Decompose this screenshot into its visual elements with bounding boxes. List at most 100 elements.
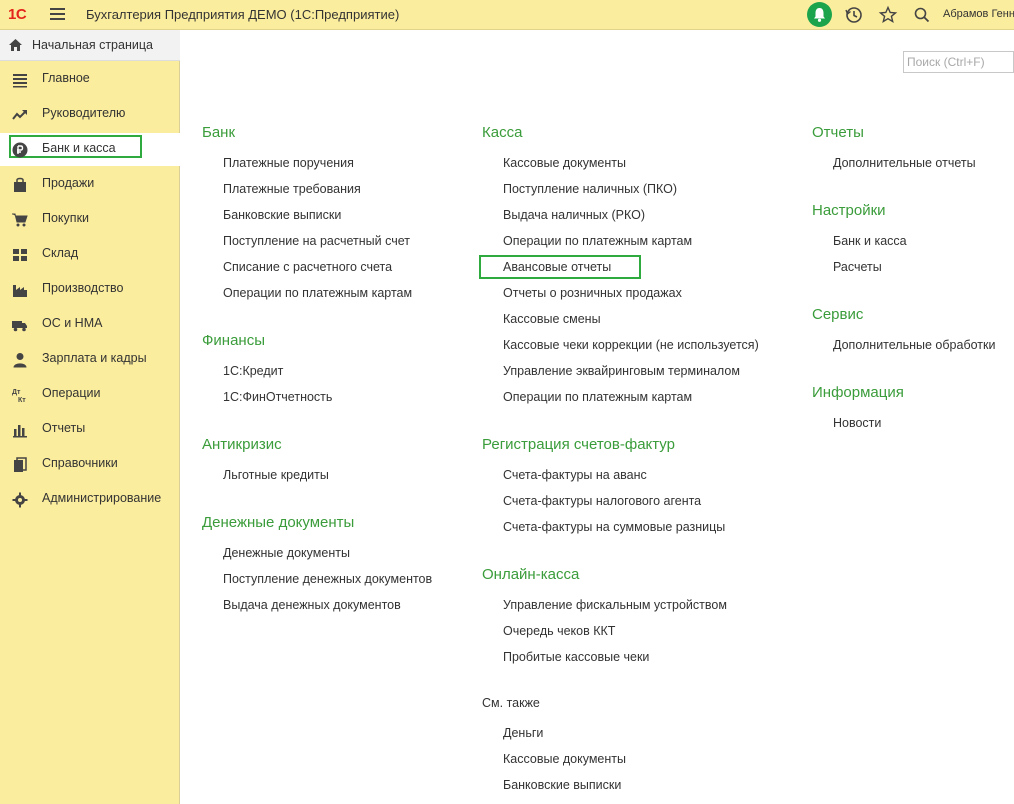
link-payment-orders[interactable]: Платежные поручения <box>223 156 354 170</box>
link-additional-processing[interactable]: Дополнительные обработки <box>833 338 995 352</box>
section-title-bank: Банк <box>202 124 236 141</box>
books-icon <box>14 457 27 472</box>
sidebar-item-production[interactable]: Производство <box>0 273 180 306</box>
link-settings-bank-cash[interactable]: Банк и касса <box>833 234 907 248</box>
link-payment-requests[interactable]: Платежные требования <box>223 182 361 196</box>
link-fiscal-device[interactable]: Управление фискальным устройством <box>503 598 727 612</box>
section-title-reports: Отчеты <box>812 124 864 141</box>
cart-icon <box>12 213 28 227</box>
link-money-docs-receipt[interactable]: Поступление денежных документов <box>223 572 432 586</box>
svg-text:Кт: Кт <box>18 397 26 403</box>
link-card-operations[interactable]: Операции по платежным картам <box>223 286 412 300</box>
section-title-service: Сервис <box>812 306 864 323</box>
history-icon[interactable] <box>844 5 864 25</box>
main-menu-icon[interactable] <box>50 8 65 20</box>
svg-text:Дт: Дт <box>12 389 21 396</box>
sidebar-item-label: Справочники <box>42 456 118 470</box>
sidebar-item-salary-hr[interactable]: Зарплата и кадры <box>0 343 180 376</box>
notifications-bell-icon[interactable] <box>807 2 832 27</box>
ruble-icon <box>12 142 28 158</box>
sidebar-item-label: Администрирование <box>42 491 162 505</box>
link-1c-fin-reporting[interactable]: 1С:ФинОтчетность <box>223 390 332 404</box>
title-bar: 1С Бухгалтерия Предприятия ДЕМО (1С:Пред… <box>0 0 1014 30</box>
favorites-star-icon[interactable] <box>878 5 898 25</box>
section-title-settings: Настройки <box>812 202 886 219</box>
search-input[interactable] <box>903 51 1014 73</box>
link-settings-settlements[interactable]: Расчеты <box>833 260 882 274</box>
link-debit-from-account[interactable]: Списание с расчетного счета <box>223 260 392 274</box>
link-1c-credit[interactable]: 1С:Кредит <box>223 364 283 378</box>
link-issued-receipts[interactable]: Пробитые кассовые чеки <box>503 650 649 664</box>
link-acquiring-terminal[interactable]: Управление эквайринговым терминалом <box>503 364 740 378</box>
app-title: Бухгалтерия Предприятия ДЕМО (1С:Предпри… <box>86 7 400 22</box>
link-cash-card-operations[interactable]: Операции по платежным картам <box>503 234 692 248</box>
sidebar-item-label: Продажи <box>42 176 95 190</box>
sidebar-item-label: Руководителю <box>42 106 126 120</box>
section-title-invoices: Регистрация счетов-фактур <box>482 436 675 453</box>
section-title-anticrisis: Антикризис <box>202 436 282 453</box>
link-see-cash-documents[interactable]: Кассовые документы <box>503 752 626 766</box>
sidebar-item-label: ОС и НМА <box>42 316 103 330</box>
section-title-cash: Касса <box>482 124 523 141</box>
sidebar-item-label: Покупки <box>42 211 90 225</box>
trend-icon <box>12 110 27 120</box>
sidebar-item-bank-cash[interactable]: Банк и касса <box>0 133 180 166</box>
warehouse-icon <box>13 249 27 261</box>
link-bank-statements[interactable]: Банковские выписки <box>223 208 341 222</box>
link-news[interactable]: Новости <box>833 416 881 430</box>
sidebar-item-warehouse[interactable]: Склад <box>0 238 180 271</box>
sidebar-item-main[interactable]: Главное <box>0 63 180 96</box>
link-advance-invoices[interactable]: Счета-фактуры на аванс <box>503 468 647 482</box>
bag-icon <box>14 177 26 192</box>
sidebar-item-label: Операции <box>42 386 101 400</box>
link-advance-reports[interactable]: Авансовые отчеты <box>503 260 611 274</box>
bar-chart-icon <box>13 425 27 438</box>
sidebar-item-fixed-assets[interactable]: ОС и НМА <box>0 308 180 341</box>
section-title-online-cash: Онлайн-касса <box>482 566 580 583</box>
link-kkt-queue[interactable]: Очередь чеков ККТ <box>503 624 615 638</box>
link-cash-receipt-pko[interactable]: Поступление наличных (ПКО) <box>503 182 677 196</box>
home-icon <box>9 39 22 51</box>
section-title-finance: Финансы <box>202 332 265 349</box>
sidebar-item-directories[interactable]: Справочники <box>0 448 180 481</box>
link-receipt-to-account[interactable]: Поступление на расчетный счет <box>223 234 410 248</box>
sidebar-item-administration[interactable]: Администрирование <box>0 483 180 516</box>
link-cash-documents[interactable]: Кассовые документы <box>503 156 626 170</box>
link-cash-shifts[interactable]: Кассовые смены <box>503 312 601 326</box>
sidebar-item-label: Отчеты <box>42 421 86 435</box>
link-cash-card-operations-2[interactable]: Операции по платежным картам <box>503 390 692 404</box>
link-sum-difference-invoices[interactable]: Счета-фактуры на суммовые разницы <box>503 520 725 534</box>
see-also-title: См. также <box>482 696 540 710</box>
sidebar-item-sales[interactable]: Продажи <box>0 168 180 201</box>
user-name[interactable]: Абрамов Генн <box>943 8 1014 20</box>
link-tax-agent-invoices[interactable]: Счета-фактуры налогового агента <box>503 494 701 508</box>
link-cash-issue-rko[interactable]: Выдача наличных (РКО) <box>503 208 645 222</box>
link-additional-reports[interactable]: Дополнительные отчеты <box>833 156 976 170</box>
link-correction-receipts[interactable]: Кассовые чеки коррекции (не используется… <box>503 338 759 352</box>
link-money-docs-issue[interactable]: Выдача денежных документов <box>223 598 401 612</box>
sidebar-item-reports[interactable]: Отчеты <box>0 413 180 446</box>
sidebar-item-label: Главное <box>42 71 90 85</box>
section-title-money-docs: Денежные документы <box>202 514 355 531</box>
sidebar-item-purchases[interactable]: Покупки <box>0 203 180 236</box>
link-preferential-loans[interactable]: Льготные кредиты <box>223 468 329 482</box>
truck-icon <box>12 321 27 332</box>
home-page-item[interactable]: Начальная страница <box>0 30 180 61</box>
home-page-label: Начальная страница <box>32 38 153 52</box>
1c-logo: 1С <box>8 6 27 23</box>
sidebar-item-label: Банк и касса <box>42 141 116 155</box>
section-title-info: Информация <box>812 384 904 401</box>
list-icon <box>13 74 27 88</box>
link-money[interactable]: Деньги <box>503 726 543 740</box>
sidebar: Начальная страница Главное Руководителю … <box>0 30 180 804</box>
sidebar-item-label: Склад <box>42 246 79 260</box>
search-icon[interactable] <box>912 5 932 25</box>
person-icon <box>13 353 27 368</box>
sidebar-item-manager[interactable]: Руководителю <box>0 98 180 131</box>
link-see-bank-statements[interactable]: Банковские выписки <box>503 778 621 792</box>
link-retail-sales-reports[interactable]: Отчеты о розничных продажах <box>503 286 682 300</box>
link-money-docs[interactable]: Денежные документы <box>223 546 350 560</box>
dt-kt-icon: ДтКт <box>12 389 26 403</box>
factory-icon <box>13 285 27 297</box>
sidebar-item-operations[interactable]: Дт Кт Операции <box>0 378 180 411</box>
